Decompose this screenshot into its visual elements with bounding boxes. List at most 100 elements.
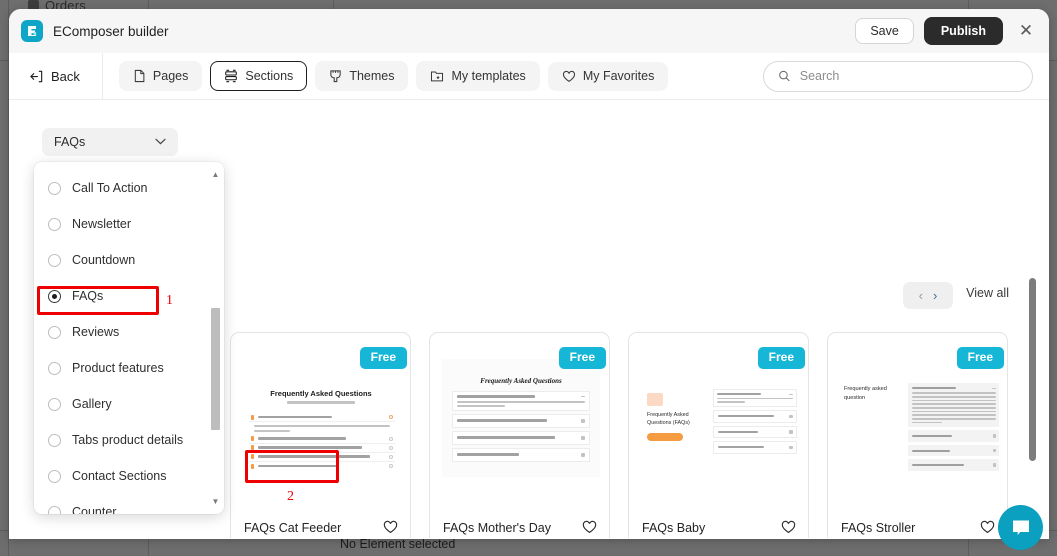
chevron-down-icon xyxy=(155,137,166,148)
thumb-row-group xyxy=(249,413,395,471)
dropdown-item-label: Countdown xyxy=(72,253,136,267)
ecomposer-builder-window: EComposer builder Save Publish ✕ Back Pa… xyxy=(9,9,1049,539)
dropdown-item-faqs[interactable]: FAQs xyxy=(34,278,224,314)
dropdown-item-gallery[interactable]: Gallery xyxy=(34,386,224,422)
annotation-number-2: 2 xyxy=(287,489,294,504)
radio-icon xyxy=(48,433,61,447)
carousel-next-icon[interactable]: › xyxy=(930,288,940,303)
tab-sections-label: Sections xyxy=(245,68,294,83)
category-select[interactable]: FAQs xyxy=(42,128,178,156)
dropdown-scrollbar-thumb[interactable] xyxy=(211,308,220,430)
tab-my-favorites[interactable]: My Favorites xyxy=(547,61,669,91)
badge-free: Free xyxy=(956,347,1004,369)
dropdown-item-counter[interactable]: Counter xyxy=(34,494,224,514)
search-container xyxy=(763,60,1033,92)
thumb-heading: Frequently Asked Questions xyxy=(270,389,372,398)
sections-icon xyxy=(225,69,238,83)
footer-status-text: No Element selected xyxy=(340,537,456,551)
close-icon[interactable]: ✕ xyxy=(1015,20,1037,42)
dropdown-item-tabs-product-details[interactable]: Tabs product details xyxy=(34,422,224,458)
scroll-up-arrow-icon[interactable]: ▲ xyxy=(211,170,220,179)
dropdown-item-label: Call To Action xyxy=(72,181,148,195)
thumb-heading: Frequently asked question xyxy=(844,386,887,401)
annotation-number-1: 1 xyxy=(166,293,173,308)
publish-button[interactable]: Publish xyxy=(923,16,1003,46)
sections-browser: FAQs ‹ › View all Free Frequently Asked … xyxy=(9,100,1049,538)
page-icon xyxy=(134,69,145,83)
radio-icon xyxy=(48,469,61,483)
carousel-nav: ‹ › xyxy=(903,282,953,309)
tab-pages-label: Pages xyxy=(152,68,189,83)
dropdown-item-reviews[interactable]: Reviews xyxy=(34,314,224,350)
template-card[interactable]: Free Frequently Asked Questions (FAQs) F… xyxy=(628,332,809,538)
category-select-value: FAQs xyxy=(54,135,86,149)
tab-pages[interactable]: Pages xyxy=(118,61,203,91)
radio-icon xyxy=(48,253,61,267)
save-button[interactable]: Save xyxy=(855,17,914,45)
builder-toolbar: Back Pages Sections Themes My templates … xyxy=(9,52,1049,100)
dropdown-item-label: FAQs xyxy=(72,289,104,303)
thumb-logo-icon xyxy=(647,393,663,406)
dropdown-item-contact-sections[interactable]: Contact Sections xyxy=(34,458,224,494)
content-scrollbar[interactable] xyxy=(1029,278,1036,461)
screen-root: Orders No Element selected EComposer bui… xyxy=(0,0,1057,556)
card-title: FAQs Mother's Day xyxy=(443,521,551,535)
radio-icon xyxy=(48,397,61,411)
favorite-heart-icon[interactable] xyxy=(980,520,995,538)
back-label: Back xyxy=(51,68,80,84)
favorite-heart-icon[interactable] xyxy=(582,520,597,538)
radio-icon xyxy=(48,217,61,231)
thumb-row-group xyxy=(713,389,797,454)
thumb-subline xyxy=(287,401,355,404)
dropdown-item-call-to-action[interactable]: Call To Action xyxy=(34,170,224,206)
template-card[interactable]: Free Frequently asked question FAQs Stro… xyxy=(827,332,1008,538)
dropdown-item-label: Product features xyxy=(72,361,164,375)
search-box[interactable] xyxy=(763,60,1033,92)
template-card[interactable]: Free Frequently Asked Questions xyxy=(429,332,610,538)
search-icon xyxy=(779,70,790,82)
badge-free: Free xyxy=(359,347,407,369)
search-input[interactable] xyxy=(799,69,1018,83)
view-all-link[interactable]: View all xyxy=(966,286,1009,300)
tab-my-templates[interactable]: My templates xyxy=(416,61,540,91)
carousel-prev-icon[interactable]: ‹ xyxy=(916,288,926,303)
card-title: FAQs Baby xyxy=(642,521,706,535)
card-title: FAQs Cat Feeder xyxy=(244,521,342,535)
thumb-row-group xyxy=(908,383,999,471)
tab-my-templates-label: My templates xyxy=(451,68,526,83)
ecomposer-logo-icon xyxy=(21,20,43,42)
scroll-down-arrow-icon[interactable]: ▼ xyxy=(211,497,220,506)
thumb-cta-button xyxy=(647,433,683,441)
dropdown-scrollbar[interactable]: ▲ ▼ xyxy=(211,170,220,506)
chat-bubble-icon xyxy=(1012,520,1029,535)
radio-icon xyxy=(48,361,61,375)
dropdown-item-label: Contact Sections xyxy=(72,469,167,483)
radio-icon xyxy=(48,325,61,339)
heart-icon xyxy=(562,70,575,82)
card-title: FAQs Stroller xyxy=(841,521,916,535)
back-arrow-icon xyxy=(30,70,43,82)
titlebar-actions: Save Publish ✕ xyxy=(855,16,1037,46)
back-button[interactable]: Back xyxy=(25,63,90,90)
chat-widget-button[interactable] xyxy=(998,505,1043,550)
template-card[interactable]: Free Frequently Asked Questions xyxy=(230,332,411,538)
templates-icon xyxy=(431,71,444,82)
dropdown-item-label: Gallery xyxy=(72,397,112,411)
toolbar-divider xyxy=(101,52,103,100)
thumb-heading: Frequently Asked Questions (FAQs) xyxy=(647,412,690,427)
dropdown-item-label: Reviews xyxy=(72,325,120,339)
category-dropdown: Call To Action Newsletter Countdown FAQs xyxy=(34,162,224,514)
dropdown-item-product-features[interactable]: Product features xyxy=(34,350,224,386)
radio-icon xyxy=(48,505,61,514)
radio-icon xyxy=(48,181,61,195)
tab-sections[interactable]: Sections xyxy=(210,61,308,91)
favorite-heart-icon[interactable] xyxy=(781,520,796,538)
dropdown-item-countdown[interactable]: Countdown xyxy=(34,242,224,278)
thumb-heading: Frequently Asked Questions xyxy=(480,377,562,385)
favorite-heart-icon[interactable] xyxy=(383,520,398,538)
dropdown-item-newsletter[interactable]: Newsletter xyxy=(34,206,224,242)
badge-free: Free xyxy=(558,347,606,369)
builder-titlebar: EComposer builder Save Publish ✕ xyxy=(9,9,1049,53)
tab-themes[interactable]: Themes xyxy=(315,61,409,91)
tab-my-favorites-label: My Favorites xyxy=(582,68,655,83)
